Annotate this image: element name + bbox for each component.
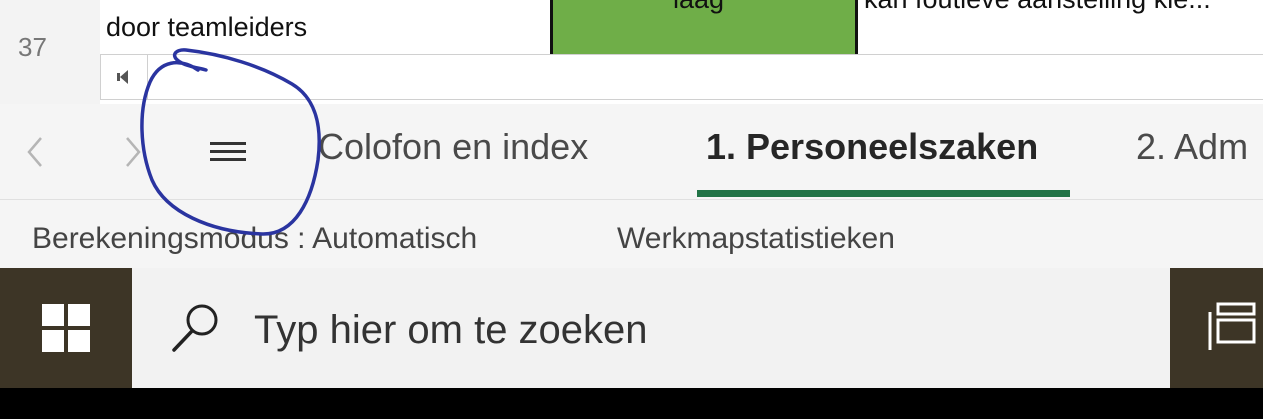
row-header-column: 37	[0, 0, 100, 104]
windows-taskbar: Typ hier om te zoeken	[0, 268, 1263, 388]
scroll-left-button[interactable]	[101, 55, 148, 99]
task-view-button[interactable]	[1206, 298, 1263, 358]
tab-administratie[interactable]: 2. Adm	[1136, 126, 1248, 168]
row-number[interactable]: 37	[18, 32, 47, 63]
worksheet-area: 37 door teamleiders laag kan foutieve aa…	[0, 0, 1263, 104]
workbook-statistics-button[interactable]: Werkmapstatistieken	[617, 222, 895, 256]
calculation-mode-status[interactable]: Berekeningsmodus : Automatisch	[32, 222, 477, 256]
sheet-tab-bar: Colofon en index 1. Personeelszaken 2. A…	[0, 104, 1263, 200]
previous-sheet-button[interactable]	[10, 122, 60, 182]
hamburger-menu-icon	[210, 142, 246, 161]
cell-description-text: door teamleiders	[106, 12, 308, 42]
horizontal-scrollbar[interactable]	[100, 54, 1263, 100]
start-button[interactable]	[0, 268, 132, 388]
cell-consequence-text: kan foutieve aanstelling kie...	[864, 0, 1211, 15]
scroll-left-arrow-icon	[117, 70, 128, 84]
taskbar-search-box[interactable]: Typ hier om te zoeken	[132, 268, 1170, 388]
chevron-right-icon	[126, 137, 141, 167]
active-tab-indicator	[697, 190, 1070, 197]
cell-consequence[interactable]: kan foutieve aanstelling kie...	[858, 0, 1263, 54]
windows-logo-icon	[42, 304, 90, 352]
next-sheet-button[interactable]	[108, 122, 158, 182]
search-icon	[172, 304, 218, 352]
cell-risk-level[interactable]: laag	[553, 0, 858, 54]
search-placeholder-text: Typ hier om te zoeken	[254, 308, 648, 352]
tab-colofon-en-index[interactable]: Colofon en index	[318, 126, 588, 168]
screen-bottom-edge	[0, 388, 1263, 419]
all-sheets-menu-button[interactable]	[196, 122, 260, 182]
cell-risk-level-text: laag	[673, 0, 724, 15]
tab-personeelszaken[interactable]: 1. Personeelszaken	[706, 126, 1038, 168]
chevron-left-icon	[27, 137, 42, 167]
status-bar: Berekeningsmodus : Automatisch Werkmapst…	[0, 200, 1263, 268]
task-view-icon	[1208, 302, 1256, 350]
cell-description[interactable]: door teamleiders	[100, 0, 553, 54]
